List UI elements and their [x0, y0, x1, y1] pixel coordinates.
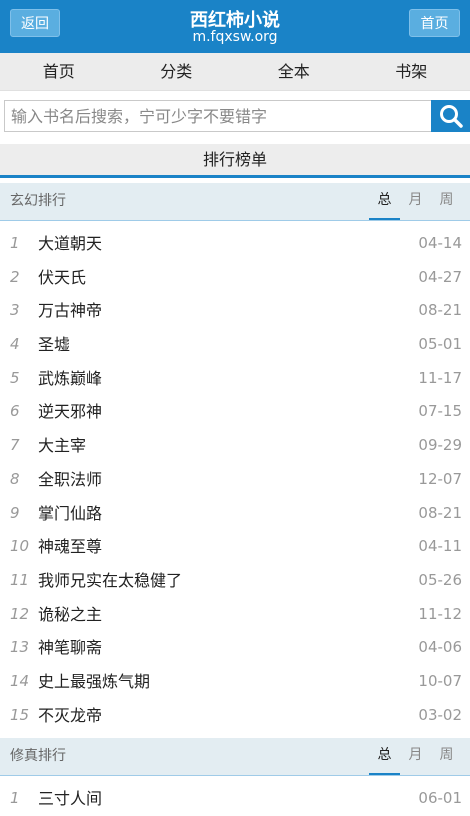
- nav-item-category[interactable]: 分类: [118, 53, 236, 90]
- list-item[interactable]: 3万古神帝 08-21: [0, 294, 470, 328]
- list-item[interactable]: 10神魂至尊 04-11: [0, 530, 470, 564]
- book-title-link[interactable]: 我师兄实在太稳健了: [38, 564, 182, 598]
- book-title-link[interactable]: 圣墟: [38, 328, 70, 362]
- search-icon: [438, 103, 464, 129]
- book-title-link[interactable]: 三寸人间: [38, 782, 102, 816]
- list-item[interactable]: 2伏天氏 04-27: [0, 261, 470, 295]
- rank-number: 4: [10, 328, 34, 362]
- book-title-link[interactable]: 不灭龙帝: [38, 699, 102, 733]
- rank-list-title: 排行榜单: [0, 144, 470, 178]
- rank-number: 9: [10, 497, 34, 531]
- list-item[interactable]: 1三寸人间 06-01: [0, 782, 470, 816]
- list-item[interactable]: 12诡秘之主 11-12: [0, 598, 470, 632]
- tab-total[interactable]: 总: [369, 738, 400, 775]
- update-date: 11-12: [418, 598, 462, 632]
- rank-number: 7: [10, 429, 34, 463]
- tab-week[interactable]: 周: [431, 183, 462, 220]
- update-date: 05-01: [418, 328, 462, 362]
- list-item[interactable]: 14史上最强炼气期 10-07: [0, 665, 470, 699]
- list-item[interactable]: 7大主宰 09-29: [0, 429, 470, 463]
- list-item[interactable]: 8全职法师 12-07: [0, 463, 470, 497]
- list-item[interactable]: 4圣墟 05-01: [0, 328, 470, 362]
- period-tabs: 总 月 周: [369, 738, 462, 775]
- rank-number: 8: [10, 463, 34, 497]
- book-title-link[interactable]: 武炼巅峰: [38, 362, 102, 396]
- update-date: 08-21: [418, 294, 462, 328]
- book-title-link[interactable]: 逆天邪神: [38, 395, 102, 429]
- rank-number: 11: [10, 564, 34, 598]
- search-button[interactable]: [431, 100, 470, 132]
- update-date: 11-17: [418, 362, 462, 396]
- section-title: 修真排行: [10, 738, 66, 775]
- rank-number: 14: [10, 665, 34, 699]
- rank-number: 3: [10, 294, 34, 328]
- list-item[interactable]: 13神笔聊斋 04-06: [0, 631, 470, 665]
- update-date: 04-06: [418, 631, 462, 665]
- site-header: 返回 西红柿小说 m.fqxsw.org 首页: [0, 0, 470, 53]
- search-bar: [0, 91, 470, 135]
- search-input[interactable]: [4, 100, 431, 132]
- rank-number: 1: [10, 227, 34, 261]
- home-button[interactable]: 首页: [409, 9, 460, 37]
- section-title: 玄幻排行: [10, 183, 66, 220]
- list-item[interactable]: 15不灭龙帝 03-02: [0, 699, 470, 733]
- list-item[interactable]: 9掌门仙路 08-21: [0, 497, 470, 531]
- update-date: 05-26: [418, 564, 462, 598]
- rank-section-xiuzhen: 修真排行 总 月 周 1三寸人间 06-01: [0, 738, 470, 816]
- rank-list: 1大道朝天 04-14 2伏天氏 04-27 3万古神帝 08-21 4圣墟 05-01…: [0, 221, 470, 732]
- nav-item-completed[interactable]: 全本: [235, 53, 353, 90]
- tab-week[interactable]: 周: [431, 738, 462, 775]
- rank-number: 5: [10, 362, 34, 396]
- tab-month[interactable]: 月: [400, 183, 431, 220]
- book-title-link[interactable]: 万古神帝: [38, 294, 102, 328]
- book-title-link[interactable]: 伏天氏: [38, 261, 86, 295]
- book-title-link[interactable]: 大道朝天: [38, 227, 102, 261]
- site-domain: m.fqxsw.org: [0, 29, 470, 45]
- book-title-link[interactable]: 掌门仙路: [38, 497, 102, 531]
- book-title-link[interactable]: 诡秘之主: [38, 598, 102, 632]
- update-date: 06-01: [418, 782, 462, 816]
- tab-total[interactable]: 总: [369, 183, 400, 220]
- rank-number: 15: [10, 699, 34, 733]
- rank-number: 1: [10, 782, 34, 816]
- nav-item-bookshelf[interactable]: 书架: [353, 53, 470, 90]
- rank-section-xuanhuan: 玄幻排行 总 月 周 1大道朝天 04-14 2伏天氏 04-27 3万古神帝 08-…: [0, 183, 470, 732]
- book-title-link[interactable]: 史上最强炼气期: [38, 665, 150, 699]
- update-date: 12-07: [418, 463, 462, 497]
- tab-month[interactable]: 月: [400, 738, 431, 775]
- update-date: 09-29: [418, 429, 462, 463]
- period-tabs: 总 月 周: [369, 183, 462, 220]
- update-date: 08-21: [418, 497, 462, 531]
- section-header: 玄幻排行 总 月 周: [0, 183, 470, 221]
- book-title-link[interactable]: 全职法师: [38, 463, 102, 497]
- nav-item-home[interactable]: 首页: [0, 53, 118, 90]
- list-item[interactable]: 11我师兄实在太稳健了 05-26: [0, 564, 470, 598]
- section-header: 修真排行 总 月 周: [0, 738, 470, 776]
- rank-number: 13: [10, 631, 34, 665]
- list-item[interactable]: 6逆天邪神 07-15: [0, 395, 470, 429]
- rank-list: 1三寸人间 06-01: [0, 776, 470, 816]
- update-date: 04-11: [418, 530, 462, 564]
- list-item[interactable]: 5武炼巅峰 11-17: [0, 362, 470, 396]
- book-title-link[interactable]: 大主宰: [38, 429, 86, 463]
- main-nav: 首页 分类 全本 书架: [0, 53, 470, 91]
- update-date: 04-14: [418, 227, 462, 261]
- book-title-link[interactable]: 神笔聊斋: [38, 631, 102, 665]
- rank-number: 12: [10, 598, 34, 632]
- update-date: 03-02: [418, 699, 462, 733]
- update-date: 04-27: [418, 261, 462, 295]
- rank-number: 2: [10, 261, 34, 295]
- rank-number: 10: [10, 530, 34, 564]
- list-item[interactable]: 1大道朝天 04-14: [0, 227, 470, 261]
- book-title-link[interactable]: 神魂至尊: [38, 530, 102, 564]
- rank-number: 6: [10, 395, 34, 429]
- update-date: 07-15: [418, 395, 462, 429]
- update-date: 10-07: [418, 665, 462, 699]
